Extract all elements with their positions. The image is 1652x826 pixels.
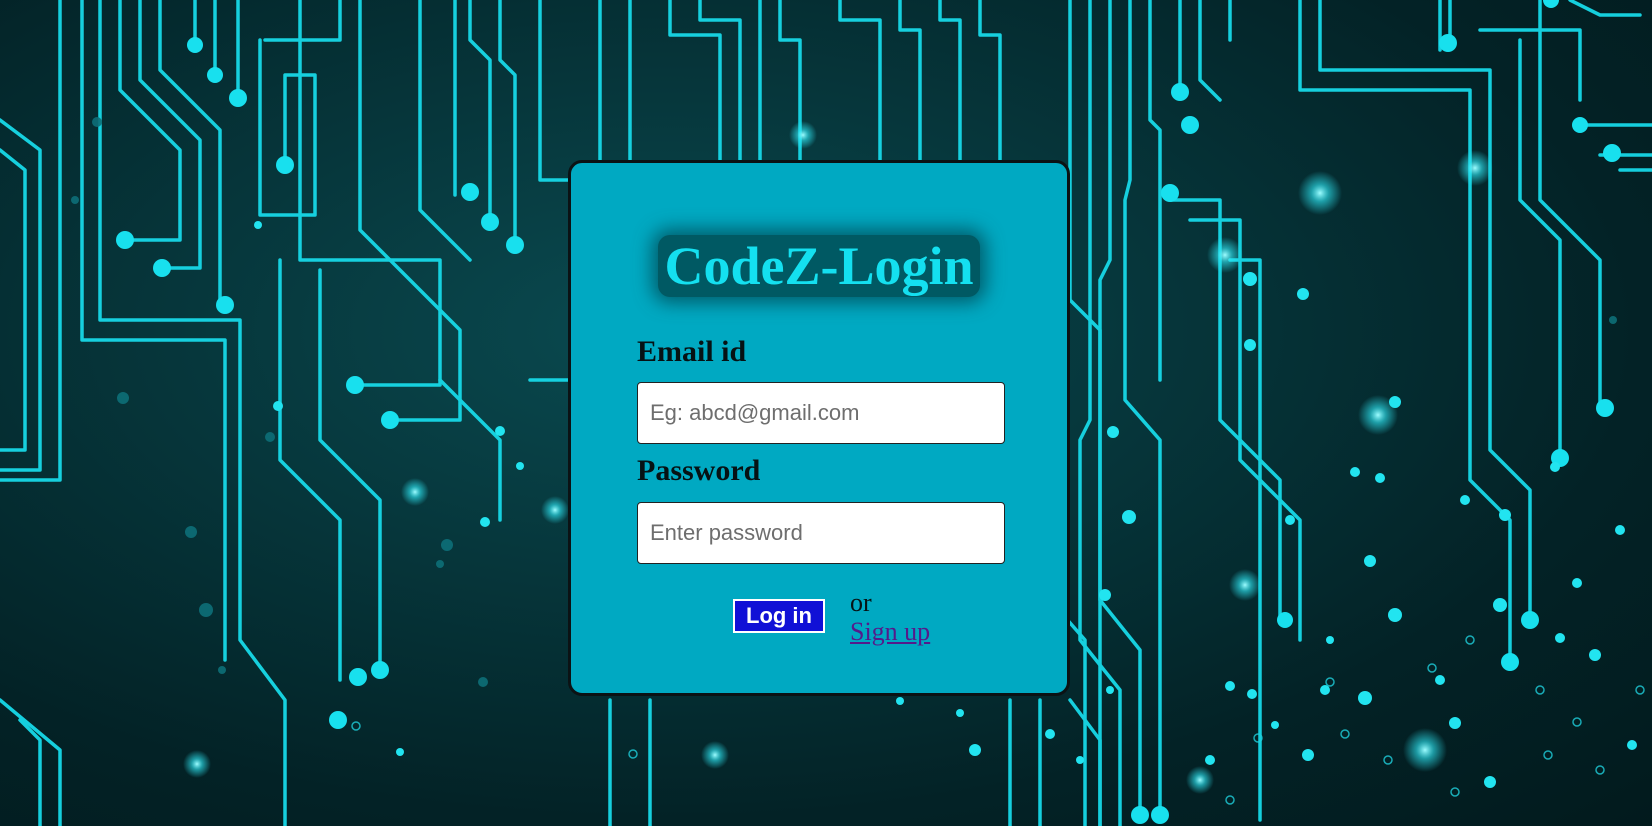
email-label: Email id [637,335,747,368]
login-card: CodeZ-Login Email id Password Log in or … [568,160,1070,696]
password-input[interactable] [637,502,1005,564]
password-label: Password [637,454,761,487]
title-container: CodeZ-Login [571,235,1067,297]
login-button[interactable]: Log in [733,599,825,633]
signup-link[interactable]: Sign up [850,617,930,647]
page-title: CodeZ-Login [658,235,980,297]
email-input[interactable] [637,382,1005,444]
or-text: or [850,588,872,617]
